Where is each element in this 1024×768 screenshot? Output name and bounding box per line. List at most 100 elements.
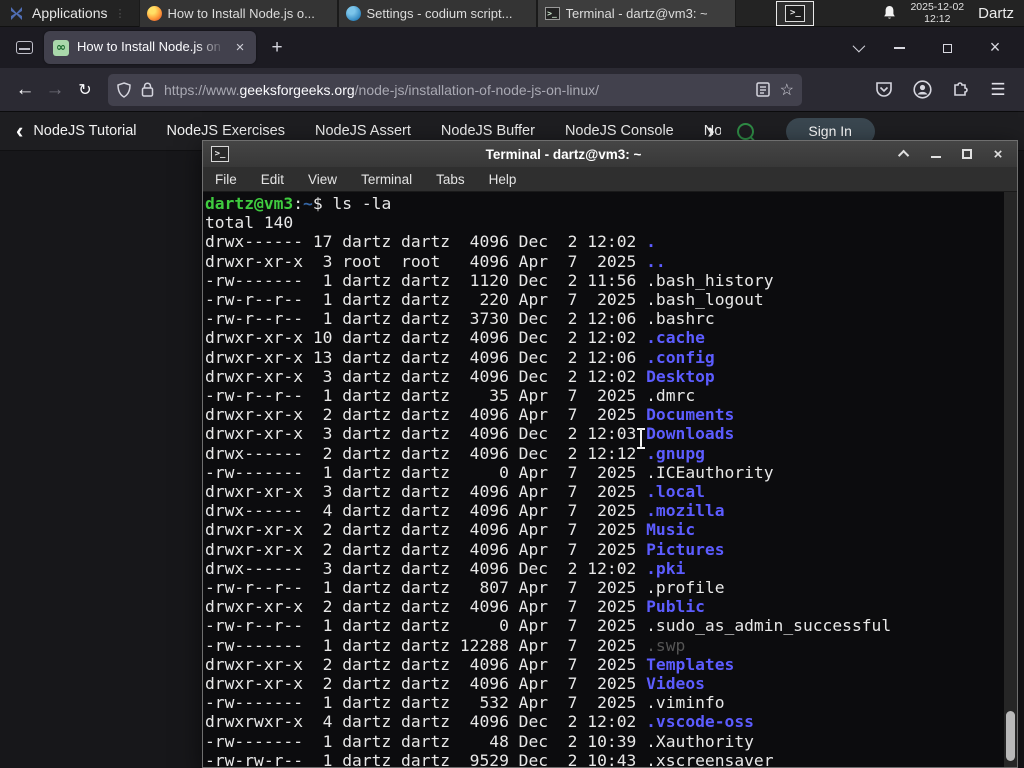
search-icon[interactable] bbox=[736, 122, 754, 140]
terminal-window: >_ Terminal - dartz@vm3: ~ × File Edit Vie… bbox=[202, 140, 1018, 768]
terminal-listing-row: -rw------- 1 dartz dartz 532 Apr 7 2025 … bbox=[205, 693, 725, 713]
terminal-listing: drwx------ 17 dartz dartz 4096 Dec 2 12:… bbox=[205, 232, 1017, 767]
bookmark-star-icon[interactable]: ☆ bbox=[780, 80, 794, 100]
terminal-listing-row: drwxr-xr-x 2 dartz dartz 4096 Apr 7 2025… bbox=[205, 654, 735, 674]
nav-scroll-right-icon[interactable]: › bbox=[707, 120, 714, 142]
url-text: https://www.geeksforgeeks.org/node-js/in… bbox=[164, 81, 599, 98]
firefox-view-button[interactable] bbox=[10, 34, 38, 62]
terminal-titlebar[interactable]: >_ Terminal - dartz@vm3: ~ × bbox=[203, 141, 1017, 167]
account-icon[interactable] bbox=[910, 78, 934, 102]
url-input[interactable]: https://www.geeksforgeeks.org/node-js/in… bbox=[108, 73, 802, 106]
user-menu[interactable]: Dartz bbox=[970, 5, 1024, 22]
tab-close-icon[interactable]: × bbox=[230, 38, 250, 58]
panel-window-button[interactable]: How to Install Node.js o... bbox=[138, 0, 338, 27]
reload-button[interactable]: ↻ bbox=[70, 75, 100, 105]
lock-icon[interactable] bbox=[141, 82, 154, 97]
terminal-menu-file[interactable]: File bbox=[203, 169, 249, 190]
panel-window-button[interactable]: >_ Terminal - dartz@vm3: ~ bbox=[536, 0, 736, 27]
terminal-command: ls -la bbox=[332, 194, 392, 213]
clock[interactable]: 2025-12-02 12:12 bbox=[904, 1, 970, 25]
site-nav-link[interactable]: NodeJS Buffer bbox=[441, 123, 535, 139]
terminal-menu-tabs[interactable]: Tabs bbox=[424, 169, 477, 190]
terminal-total-line: total 140 bbox=[205, 213, 294, 233]
system-tray: >_ 2025-12-02 12:12 Dartz bbox=[776, 0, 1024, 27]
terminal-listing-row: drwx------ 3 dartz dartz 4096 Dec 2 12:0… bbox=[205, 558, 686, 578]
terminal-listing-row: drwxr-xr-x 13 dartz dartz 4096 Dec 2 12:… bbox=[205, 347, 715, 367]
terminal-listing-row: -rw-r--r-- 1 dartz dartz 35 Apr 7 2025 .… bbox=[205, 386, 696, 406]
clock-time: 12:12 bbox=[924, 13, 951, 25]
terminal-listing-row: drwxr-xr-x 2 dartz dartz 4096 Apr 7 2025… bbox=[205, 405, 735, 425]
notification-bell-icon[interactable] bbox=[874, 0, 904, 27]
terminal-title: Terminal - dartz@vm3: ~ bbox=[485, 146, 642, 162]
tray-terminal-launcher[interactable]: >_ bbox=[776, 0, 815, 26]
maximize-icon bbox=[942, 43, 952, 53]
terminal-menu-terminal[interactable]: Terminal bbox=[349, 169, 424, 190]
new-tab-button[interactable]: + bbox=[264, 35, 290, 61]
geeksforgeeks-favicon-icon: ∞ bbox=[53, 39, 69, 56]
terminal-output[interactable]: dartz@vm3:~$ ls -la total 140 drwx------… bbox=[203, 192, 1017, 767]
panel-grip: ⋮ bbox=[114, 7, 127, 20]
nav-scroll-left-icon[interactable]: ‹ bbox=[16, 120, 23, 142]
terminal-listing-row: drwxr-xr-x 3 root root 4096 Apr 7 2025 .… bbox=[205, 251, 666, 271]
window-minimize-button[interactable] bbox=[888, 39, 910, 56]
terminal-listing-row: drwx------ 2 dartz dartz 4096 Dec 2 12:1… bbox=[205, 443, 705, 463]
terminal-listing-row: -rw------- 1 dartz dartz 0 Apr 7 2025 .I… bbox=[205, 462, 774, 482]
terminal-icon: >_ bbox=[211, 146, 229, 162]
window-maximize-button[interactable] bbox=[936, 39, 958, 56]
minimize-icon bbox=[931, 156, 941, 158]
terminal-scrollbar[interactable] bbox=[1004, 192, 1017, 767]
reader-view-icon[interactable] bbox=[755, 82, 770, 97]
window-close-button[interactable]: × bbox=[984, 37, 1006, 58]
terminal-menu-help[interactable]: Help bbox=[477, 169, 529, 190]
terminal-listing-row: drwxr-xr-x 3 dartz dartz 4096 Dec 2 12:0… bbox=[205, 424, 735, 444]
terminal-listing-row: -rw-r--r-- 1 dartz dartz 807 Apr 7 2025 … bbox=[205, 578, 725, 598]
terminal-listing-row: drwxr-xr-x 2 dartz dartz 4096 Apr 7 2025… bbox=[205, 674, 705, 694]
minimize-icon bbox=[893, 47, 905, 50]
terminal-listing-row: drwxr-xr-x 3 dartz dartz 4096 Dec 2 12:0… bbox=[205, 366, 715, 386]
window-button-label: Terminal - dartz@vm3: ~ bbox=[565, 5, 708, 21]
terminal-prompt-line: dartz@vm3:~$ ls -la bbox=[205, 194, 392, 213]
terminal-scrollbar-thumb[interactable] bbox=[1006, 711, 1015, 761]
terminal-icon: >_ bbox=[544, 6, 560, 20]
clock-date: 2025-12-02 bbox=[910, 1, 965, 13]
pocket-icon[interactable] bbox=[872, 78, 896, 102]
terminal-shade-button[interactable] bbox=[897, 147, 912, 162]
terminal-listing-row: drwxr-xr-x 2 dartz dartz 4096 Apr 7 2025… bbox=[205, 539, 725, 559]
applications-menu-button[interactable]: Applications ⋮ bbox=[0, 0, 139, 27]
vscodium-icon bbox=[345, 5, 361, 21]
chevron-up-icon bbox=[897, 149, 910, 162]
window-button-label: Settings - codium script... bbox=[366, 5, 513, 21]
terminal-listing-row: -rw------- 1 dartz dartz 12288 Apr 7 202… bbox=[205, 635, 686, 655]
terminal-listing-row: -rw------- 1 dartz dartz 1120 Dec 2 11:5… bbox=[205, 270, 774, 290]
terminal-listing-row: -rw-r--r-- 1 dartz dartz 0 Apr 7 2025 .s… bbox=[205, 616, 892, 636]
terminal-listing-row: drwxr-xr-x 2 dartz dartz 4096 Apr 7 2025… bbox=[205, 520, 696, 540]
extensions-icon[interactable] bbox=[948, 78, 972, 102]
site-nav-link[interactable]: NodeJS Console bbox=[565, 123, 674, 139]
panel-window-button[interactable]: Settings - codium script... bbox=[337, 0, 537, 27]
firefox-view-icon bbox=[15, 41, 33, 54]
terminal-close-button[interactable]: × bbox=[991, 146, 1005, 163]
forward-button[interactable]: → bbox=[40, 75, 70, 105]
terminal-menu-edit[interactable]: Edit bbox=[249, 169, 296, 190]
site-nav-link[interactable]: NodeJS Exercises bbox=[167, 123, 285, 139]
terminal-listing-row: drwx------ 17 dartz dartz 4096 Dec 2 12:… bbox=[205, 232, 656, 252]
terminal-listing-row: drwx------ 4 dartz dartz 4096 Apr 7 2025… bbox=[205, 501, 725, 521]
terminal-listing-row: drwxr-xr-x 10 dartz dartz 4096 Dec 2 12:… bbox=[205, 328, 705, 348]
terminal-listing-row: -rw-r--r-- 1 dartz dartz 220 Apr 7 2025 … bbox=[205, 290, 764, 310]
xfce-panel: Applications ⋮ How to Install Node.js o.… bbox=[0, 0, 1024, 27]
site-nav-link[interactable]: NodeJS Assert bbox=[315, 123, 411, 139]
menu-hamburger-icon[interactable]: ☰ bbox=[986, 78, 1010, 102]
tab-how-to-install-nodejs[interactable]: ∞ How to Install Node.js on × bbox=[44, 31, 256, 64]
terminal-minimize-button[interactable] bbox=[929, 147, 943, 161]
site-nav-links: NodeJS Tutorial NodeJS Exercises NodeJS As… bbox=[33, 123, 721, 139]
terminal-menu-view[interactable]: View bbox=[296, 169, 349, 190]
firefox-icon bbox=[146, 5, 162, 21]
shield-icon[interactable] bbox=[116, 81, 132, 98]
terminal-maximize-button[interactable] bbox=[960, 147, 974, 161]
site-nav-link[interactable]: NodeJS Tutorial bbox=[33, 123, 136, 139]
navigation-toolbar: ← → ↻ https://www.geeksforgeeks.org/node… bbox=[0, 68, 1024, 112]
list-all-tabs-button[interactable] bbox=[852, 39, 866, 57]
terminal-listing-row: -rw-r--r-- 1 dartz dartz 3730 Dec 2 12:0… bbox=[205, 309, 715, 329]
back-button[interactable]: ← bbox=[10, 75, 40, 105]
chevron-down-icon bbox=[852, 39, 866, 52]
